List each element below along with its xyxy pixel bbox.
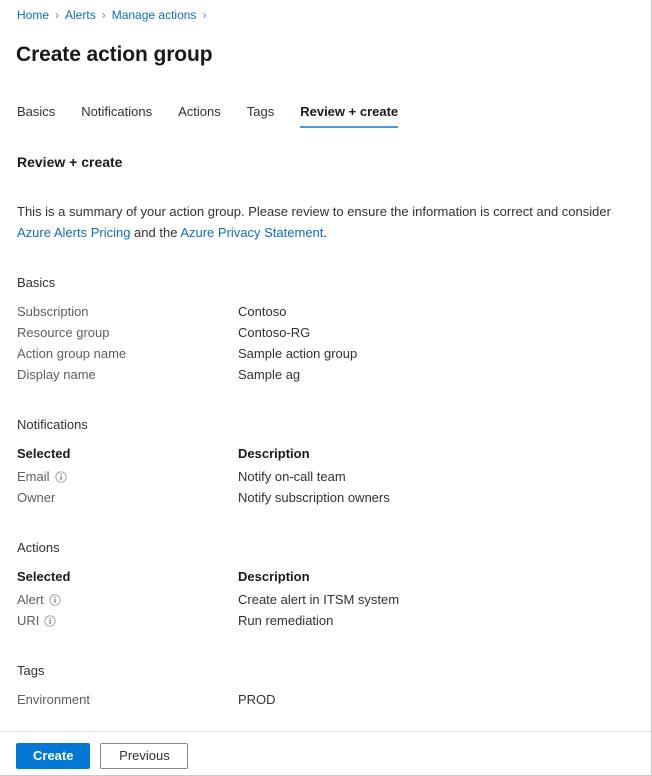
row-value: PROD xyxy=(238,689,276,710)
column-header-selected: Selected xyxy=(17,443,238,464)
row-label: Action group name xyxy=(17,343,238,364)
row-label: Owner xyxy=(17,487,55,508)
tab-tags[interactable]: Tags xyxy=(247,103,274,128)
wizard-tabs: Basics Notifications Actions Tags Review… xyxy=(17,103,424,131)
section-tags-rows: Environment PROD xyxy=(17,689,651,710)
row-label: Subscription xyxy=(17,301,238,322)
row-value: Create alert in ITSM system xyxy=(238,589,399,610)
footer-actions: Create Previous xyxy=(16,743,188,769)
section-actions-heading: Actions xyxy=(17,539,651,557)
row-label-cell: Email xyxy=(17,466,238,487)
info-icon[interactable] xyxy=(44,615,56,627)
table-row: Action group name Sample action group xyxy=(17,343,651,364)
section-tags: Tags Environment PROD xyxy=(0,662,651,710)
section-notifications: Notifications Selected Description Email xyxy=(0,416,651,508)
summary-text-part1: This is a summary of your action group. … xyxy=(17,204,611,219)
summary-text-part3: . xyxy=(323,225,327,240)
table-row: Alert Create alert in ITSM system xyxy=(17,589,651,610)
tab-actions[interactable]: Actions xyxy=(178,103,221,128)
summary-description: This is a summary of your action group. … xyxy=(17,201,617,243)
summary-text-part2: and the xyxy=(130,225,180,240)
breadcrumb-item-home[interactable]: Home xyxy=(17,8,49,22)
row-value: Notify subscription owners xyxy=(238,487,390,508)
page-title: Create action group xyxy=(16,41,212,69)
row-value: Notify on-call team xyxy=(238,466,346,487)
section-basics: Basics Subscription Contoso Resource gro… xyxy=(0,274,651,385)
row-value: Contoso xyxy=(238,301,286,322)
row-label: URI xyxy=(17,610,39,631)
section-tags-heading: Tags xyxy=(17,662,651,680)
row-label: Display name xyxy=(17,364,238,385)
column-header-selected: Selected xyxy=(17,566,238,587)
create-action-group-blade: Home › Alerts › Manage actions › Create actio… xyxy=(0,0,652,776)
review-create-panel: Review + create This is a summary of you… xyxy=(0,152,651,710)
row-label: Environment xyxy=(17,689,238,710)
row-label-cell: Owner xyxy=(17,487,238,508)
row-label: Resource group xyxy=(17,322,238,343)
tab-review-create[interactable]: Review + create xyxy=(300,103,398,128)
table-row: Subscription Contoso xyxy=(17,301,651,322)
tab-notifications[interactable]: Notifications xyxy=(81,103,152,128)
section-basics-rows: Subscription Contoso Resource group Cont… xyxy=(17,301,651,385)
info-icon[interactable] xyxy=(49,594,61,606)
row-label-cell: Alert xyxy=(17,589,238,610)
row-label: Alert xyxy=(17,589,44,610)
previous-button[interactable]: Previous xyxy=(100,743,188,769)
column-header-description: Description xyxy=(238,566,310,587)
breadcrumb-item-manage-actions[interactable]: Manage actions xyxy=(112,8,197,22)
column-header-description: Description xyxy=(238,443,310,464)
breadcrumb-separator: › xyxy=(55,8,59,22)
table-row: Owner Notify subscription owners xyxy=(17,487,651,508)
row-label-cell: URI xyxy=(17,610,238,631)
azure-alerts-pricing-link[interactable]: Azure Alerts Pricing xyxy=(17,225,130,240)
breadcrumb-item-alerts[interactable]: Alerts xyxy=(65,8,96,22)
breadcrumb: Home › Alerts › Manage actions › xyxy=(17,7,212,23)
table-header-row: Selected Description xyxy=(17,566,651,587)
table-row: Display name Sample ag xyxy=(17,364,651,385)
row-value: Contoso-RG xyxy=(238,322,310,343)
breadcrumb-separator: › xyxy=(102,8,106,22)
review-create-heading: Review + create xyxy=(17,152,651,172)
section-basics-heading: Basics xyxy=(17,274,651,292)
section-notifications-heading: Notifications xyxy=(17,416,651,434)
table-header-row: Selected Description xyxy=(17,443,651,464)
tab-basics[interactable]: Basics xyxy=(17,103,55,128)
info-icon[interactable] xyxy=(55,471,67,483)
table-row: Resource group Contoso-RG xyxy=(17,322,651,343)
row-value: Sample action group xyxy=(238,343,357,364)
section-notifications-rows: Selected Description Email xyxy=(17,443,651,508)
create-button[interactable]: Create xyxy=(16,743,90,769)
breadcrumb-separator-trailing: › xyxy=(202,8,206,22)
row-label: Email xyxy=(17,466,50,487)
section-actions-rows: Selected Description Alert xyxy=(17,566,651,631)
section-actions: Actions Selected Description Alert xyxy=(0,539,651,631)
azure-privacy-statement-link[interactable]: Azure Privacy Statement xyxy=(180,225,323,240)
row-value: Sample ag xyxy=(238,364,300,385)
footer-divider xyxy=(0,731,651,732)
row-value: Run remediation xyxy=(238,610,333,631)
table-row: Email Notify on-call team xyxy=(17,466,651,487)
table-row: URI Run remediation xyxy=(17,610,651,631)
table-row: Environment PROD xyxy=(17,689,651,710)
